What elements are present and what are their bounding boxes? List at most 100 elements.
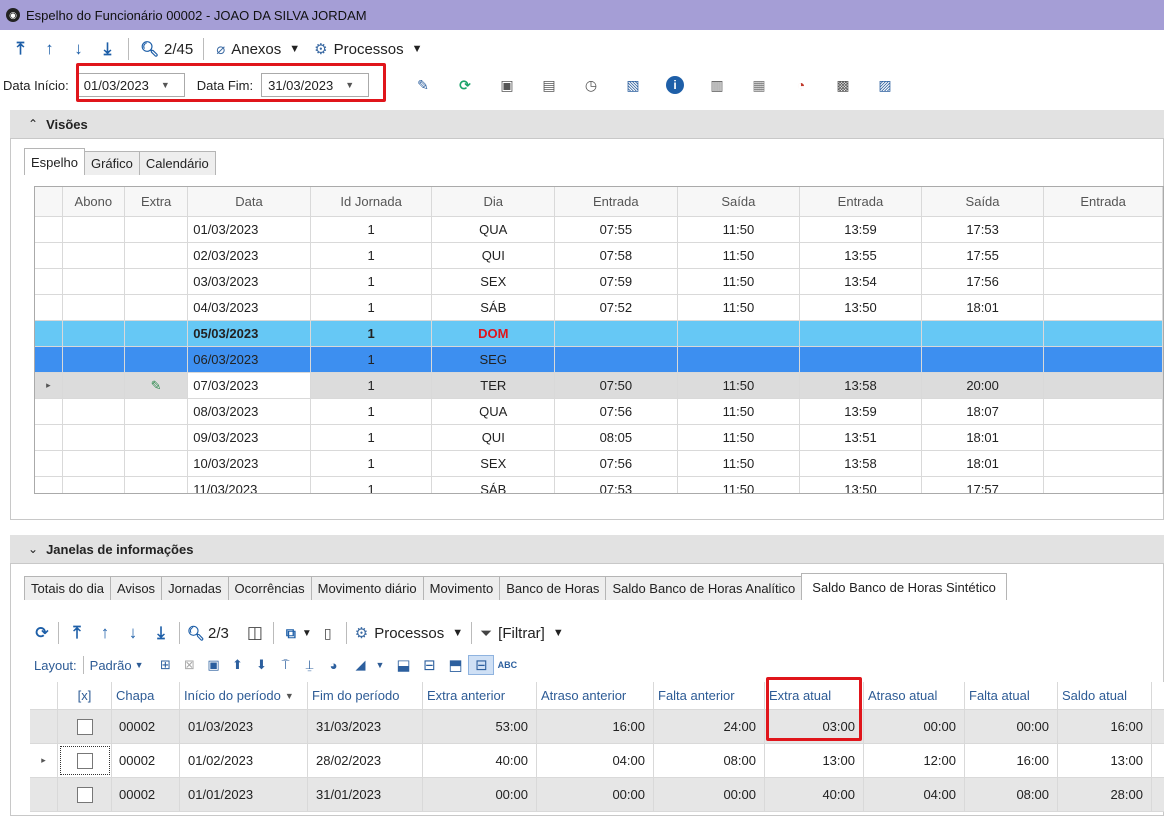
export-icon[interactable]: ⧉ bbox=[280, 625, 302, 642]
column-header[interactable]: Atraso atual bbox=[864, 682, 965, 709]
table-row[interactable]: 09/03/2023 1 QUI 08:05 11:50 13:51 18:01 bbox=[35, 425, 1163, 451]
column-header[interactable]: Falta atual bbox=[965, 682, 1058, 709]
footer-icon[interactable]: ⬓ bbox=[390, 656, 416, 674]
columns-icon[interactable]: ◫ bbox=[243, 623, 267, 643]
column-header[interactable]: Atraso anterior bbox=[537, 682, 654, 709]
table-row[interactable]: 05/03/2023 1 DOM bbox=[35, 321, 1163, 347]
header-icon[interactable]: ⬒ bbox=[442, 656, 468, 674]
table-row[interactable]: 01/03/2023 1 QUA 07:55 11:50 13:59 17:53 bbox=[35, 217, 1163, 243]
save-layout-icon[interactable]: ▣ bbox=[202, 657, 226, 673]
table-row[interactable]: ▸ 00002 01/02/2023 28/02/2023 40:00 04:00 08:0… bbox=[30, 744, 1164, 778]
column-header[interactable]: Abono bbox=[63, 187, 125, 216]
next-record-icon[interactable]: ↓ bbox=[64, 39, 93, 59]
column-header[interactable]: [x] bbox=[58, 682, 112, 709]
table-row[interactable]: 06/03/2023 1 SEG bbox=[35, 347, 1163, 373]
chevron-up-icon[interactable]: ⌃ bbox=[28, 117, 38, 131]
table-row[interactable]: 02/03/2023 1 QUI 07:58 11:50 13:55 17:55 bbox=[35, 243, 1163, 269]
column-header[interactable]: Extra anterior bbox=[423, 682, 537, 709]
column-header[interactable]: Entrada bbox=[800, 187, 922, 216]
rows-icon[interactable]: ⊟ bbox=[416, 656, 442, 674]
processos-menu-button[interactable]: ⚙ Processos ▼ bbox=[355, 624, 463, 643]
move-up-icon[interactable]: ⬆ bbox=[226, 657, 250, 673]
grid-lines-icon[interactable]: ⊟ bbox=[468, 655, 495, 675]
info-icon[interactable]: i bbox=[666, 76, 684, 94]
row-checkbox[interactable] bbox=[76, 718, 93, 735]
last-record-icon[interactable]: ⤓ bbox=[93, 39, 122, 59]
badge-icon[interactable]: ▥ bbox=[696, 74, 738, 96]
column-header[interactable]: Fim do período bbox=[308, 682, 423, 709]
chevron-down-icon[interactable]: ⌄ bbox=[28, 542, 38, 556]
tab-saldo-sintetico[interactable]: Saldo Banco de Horas Sintético bbox=[801, 573, 1007, 600]
move-down-icon[interactable]: ⬇ bbox=[250, 657, 274, 673]
tab-avisos[interactable]: Avisos bbox=[110, 576, 163, 600]
tab-totais-do-dia[interactable]: Totais do dia bbox=[24, 576, 111, 600]
file-gear-icon[interactable]: ▨ bbox=[864, 74, 906, 96]
search-icon[interactable]: 🔍︎ bbox=[184, 625, 208, 642]
column-header[interactable]: Extra bbox=[125, 187, 189, 216]
search-icon[interactable]: 🔍︎ bbox=[135, 40, 164, 58]
tab-movimento-diario[interactable]: Movimento diário bbox=[310, 576, 424, 600]
table-row[interactable]: 10/03/2023 1 SEX 07:56 11:50 13:58 18:01 bbox=[35, 451, 1163, 477]
document-icon[interactable]: ▯ bbox=[318, 625, 338, 642]
tab-saldo-analitico[interactable]: Saldo Banco de Horas Analítico bbox=[605, 576, 803, 600]
anexos-menu-button[interactable]: ⌀ Anexos ▼ bbox=[216, 40, 300, 59]
tab-espelho[interactable]: Espelho bbox=[24, 148, 85, 175]
column-header[interactable]: Saldo atual bbox=[1058, 682, 1152, 709]
table-row[interactable]: 11/03/2023 1 SÁB 07:53 11:50 13:50 17:57 bbox=[35, 477, 1163, 493]
unpin-icon[interactable]: ⍊ bbox=[298, 657, 322, 673]
calendar-check-icon[interactable]: ▣ bbox=[486, 74, 528, 96]
tab-ocorrencias[interactable]: Ocorrências bbox=[227, 576, 312, 600]
chevron-down-icon[interactable]: ▼ bbox=[302, 628, 312, 639]
chevron-down-icon[interactable]: ▼ bbox=[135, 660, 144, 670]
tab-grafico[interactable]: Gráfico bbox=[83, 151, 140, 175]
tab-movimento[interactable]: Movimento bbox=[422, 576, 501, 600]
table-row[interactable]: 08/03/2023 1 QUA 07:56 11:50 13:59 18:07 bbox=[35, 399, 1163, 425]
clock-icon[interactable]: ◷ bbox=[570, 74, 612, 96]
chevron-down-icon[interactable]: ▼ bbox=[376, 660, 385, 670]
column-header[interactable]: Início do período ▼ bbox=[180, 682, 308, 709]
processos-menu-button[interactable]: ⚙ Processos ▼ bbox=[314, 40, 422, 59]
janelas-header[interactable]: ⌄ Janelas de informações bbox=[10, 535, 1164, 563]
layout-select[interactable]: Padrão bbox=[90, 658, 132, 673]
extra-icon[interactable]: ✎ bbox=[151, 378, 162, 394]
tab-banco-de-horas[interactable]: Banco de Horas bbox=[499, 576, 607, 600]
pin-icon[interactable]: ⍑ bbox=[274, 657, 298, 673]
file-settings-icon[interactable]: ▧ bbox=[612, 74, 654, 96]
row-checkbox[interactable] bbox=[76, 786, 93, 803]
chart-icon[interactable]: ◢ bbox=[346, 657, 376, 673]
table-row[interactable]: 00002 01/01/2023 31/01/2023 00:00 00:00 00:00… bbox=[30, 778, 1164, 812]
column-header[interactable]: Id Jornada bbox=[311, 187, 433, 216]
delete-icon[interactable]: ⊠ bbox=[178, 657, 202, 673]
row-checkbox[interactable] bbox=[76, 752, 93, 769]
next-record-icon[interactable]: ↓ bbox=[119, 623, 147, 643]
refresh-icon[interactable]: ⟳ bbox=[30, 623, 54, 643]
tab-jornadas[interactable]: Jornadas bbox=[161, 576, 229, 600]
column-header[interactable]: Dia bbox=[432, 187, 555, 216]
column-header[interactable]: Entrada bbox=[1044, 187, 1163, 216]
column-header[interactable]: Chapa bbox=[112, 682, 180, 709]
table-row[interactable]: 04/03/2023 1 SÁB 07:52 11:50 13:50 18:01 bbox=[35, 295, 1163, 321]
last-record-icon[interactable]: ⤓ bbox=[147, 623, 175, 643]
visoes-header[interactable]: ⌃ Visões bbox=[10, 110, 1164, 138]
column-header[interactable]: Entrada bbox=[555, 187, 678, 216]
keyboard-icon[interactable]: ▦ bbox=[738, 74, 780, 96]
first-record-icon[interactable]: ⤒ bbox=[63, 623, 91, 643]
filtrar-menu-button[interactable]: ⏷ [Filtrar] ▼ bbox=[480, 625, 564, 642]
previous-record-icon[interactable]: ↑ bbox=[35, 39, 64, 59]
document-icon[interactable]: ▤ bbox=[528, 74, 570, 96]
column-header[interactable]: Falta anterior bbox=[654, 682, 765, 709]
calculator-icon[interactable]: ▩ bbox=[822, 74, 864, 96]
alarm-clock-icon[interactable]: ◔ bbox=[780, 74, 822, 96]
first-record-icon[interactable]: ⤒ bbox=[6, 39, 35, 59]
edit-icon[interactable]: ✎ bbox=[402, 74, 444, 96]
table-row[interactable]: 03/03/2023 1 SEX 07:59 11:50 13:54 17:56 bbox=[35, 269, 1163, 295]
table-row[interactable]: ▸ ✎ 07/03/2023 1 TER 07:50 11:50 13:58 20:00 bbox=[35, 373, 1163, 399]
column-header[interactable]: Saída bbox=[922, 187, 1045, 216]
tab-calendario[interactable]: Calendário bbox=[138, 151, 216, 175]
paint-icon[interactable]: ◕ bbox=[322, 658, 346, 673]
previous-record-icon[interactable]: ↑ bbox=[91, 623, 119, 643]
column-header[interactable]: Saída bbox=[678, 187, 801, 216]
table-row[interactable]: 00002 01/03/2023 31/03/2023 53:00 16:00 24:00… bbox=[30, 710, 1164, 744]
column-header[interactable]: Data bbox=[188, 187, 311, 216]
add-icon[interactable]: ⊞ bbox=[154, 657, 178, 673]
